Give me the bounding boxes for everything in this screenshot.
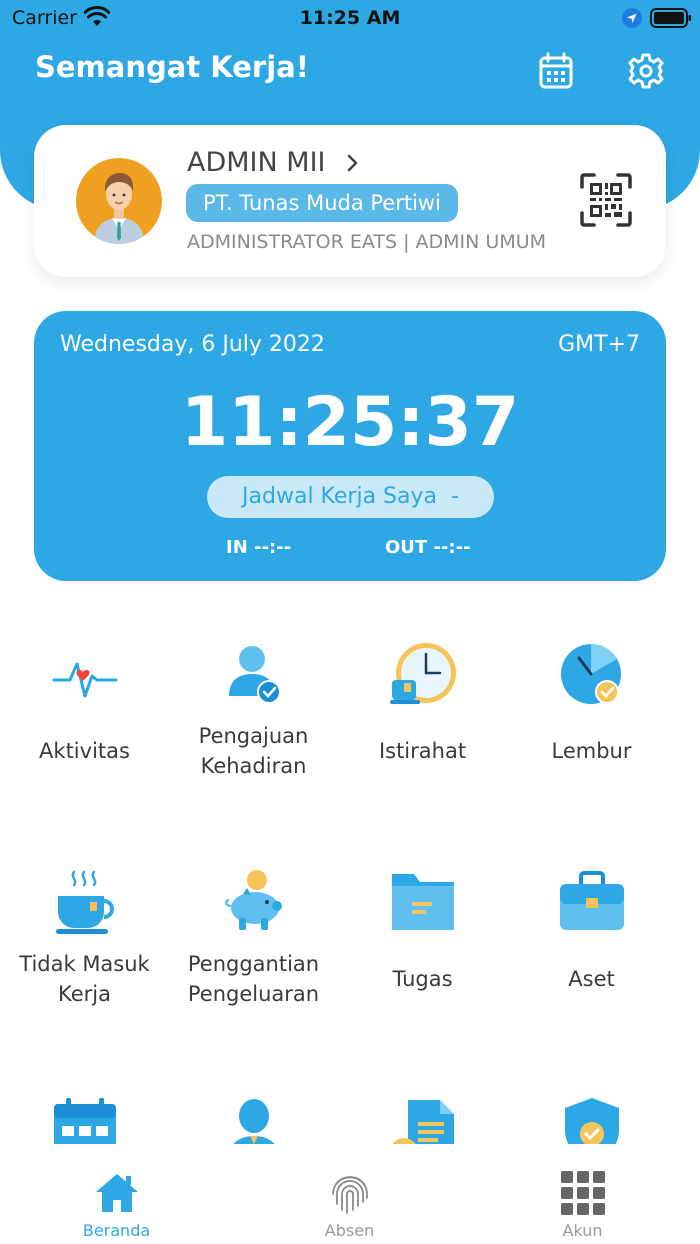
menu-label: Pengajuan Kehadiran	[198, 724, 309, 778]
nav-label: Beranda	[82, 1221, 151, 1240]
menu-item-document[interactable]	[338, 1056, 507, 1145]
nav-item-beranda[interactable]: Beranda	[0, 1144, 233, 1244]
menu-grid: Aktivitas Pengajuan Kehadiran Istirahat	[0, 600, 700, 1145]
document-icon	[391, 1100, 454, 1145]
menu-item-istirahat[interactable]: Istirahat	[338, 600, 507, 810]
nav-item-absen[interactable]: Absen	[233, 1144, 466, 1244]
menu-label: Tidak Masuk Kerja	[19, 952, 150, 1006]
menu-item-penggantian-pengeluaran[interactable]: Penggantian Pengeluaran	[169, 828, 338, 1038]
menu-label: Penggantian Pengeluaran	[187, 952, 320, 1006]
attendance-request-icon	[228, 646, 281, 704]
avatar	[76, 158, 162, 244]
profile-card[interactable]: ADMIN MII PT. Tunas Muda Pertiwi ADMINIS…	[34, 125, 666, 277]
bottom-navigation: Beranda Absen Akun	[0, 1144, 700, 1244]
menu-item-aset[interactable]: Aset	[507, 828, 676, 1038]
page-title: Semangat Kerja!	[35, 50, 309, 84]
menu-label: Tugas	[392, 967, 453, 991]
qr-code-button[interactable]	[580, 173, 632, 227]
briefcase-icon	[559, 871, 624, 930]
break-clock-icon	[389, 643, 456, 704]
company-badge: PT. Tunas Muda Pertiwi	[186, 184, 458, 222]
settings-button[interactable]	[627, 52, 665, 90]
qr-code-icon	[580, 173, 632, 227]
nav-item-akun[interactable]: Akun	[466, 1144, 699, 1244]
menu-item-aktivitas[interactable]: Aktivitas	[0, 600, 169, 810]
shield-check-icon	[564, 1098, 619, 1145]
coffee-cup-icon	[55, 870, 114, 934]
timezone-label: GMT+7	[558, 332, 640, 357]
menu-label: Istirahat	[378, 739, 467, 763]
menu-item-shield[interactable]	[507, 1056, 676, 1145]
grid-icon	[560, 1171, 605, 1215]
chevron-right-icon[interactable]	[346, 153, 360, 173]
overtime-icon	[560, 644, 621, 704]
menu-item-pengajuan-kehadiran[interactable]: Pengajuan Kehadiran	[169, 600, 338, 810]
location-arrow-icon	[622, 8, 642, 28]
current-date: Wednesday, 6 July 2022	[60, 332, 325, 357]
fingerprint-icon	[331, 1176, 368, 1214]
status-time: 11:25 AM	[299, 7, 401, 29]
menu-label: Lembur	[551, 739, 632, 763]
clock-in-time: IN --:--	[226, 537, 292, 558]
profile-role: ADMINISTRATOR EATS | ADMIN UMUM	[187, 231, 547, 253]
calendar-icon	[539, 52, 573, 89]
nav-label: Absen	[324, 1221, 375, 1240]
menu-item-lembur[interactable]: Lembur	[507, 600, 676, 810]
menu-item-tidak-masuk-kerja[interactable]: Tidak Masuk Kerja	[0, 828, 169, 1038]
nav-label: Akun	[562, 1221, 603, 1240]
clock-out-time: OUT --:--	[385, 537, 471, 558]
profile-name[interactable]: ADMIN MII	[187, 147, 326, 178]
calendar-grid-icon	[53, 1098, 116, 1145]
folder-icon	[391, 874, 454, 930]
status-bar: Carrier 11:25 AM	[0, 0, 700, 38]
menu-item-tugas[interactable]: Tugas	[338, 828, 507, 1038]
calendar-button[interactable]	[538, 52, 574, 90]
menu-item-calendar[interactable]	[0, 1056, 169, 1145]
gear-icon	[628, 53, 664, 89]
battery-icon	[650, 8, 691, 28]
menu-label: Aktivitas	[39, 739, 130, 763]
menu-label: Aset	[568, 967, 615, 991]
activity-heartbeat-icon	[52, 662, 117, 698]
current-time: 11:25:37	[180, 383, 520, 462]
piggy-bank-icon	[224, 870, 282, 930]
home-icon	[95, 1174, 138, 1212]
person-icon	[232, 1099, 275, 1145]
work-schedule-button[interactable]: Jadwal Kerja Saya -	[207, 476, 494, 518]
attendance-clock-card: Wednesday, 6 July 2022 GMT+7 11:25:37 Ja…	[34, 311, 666, 581]
menu-item-person[interactable]	[169, 1056, 338, 1145]
